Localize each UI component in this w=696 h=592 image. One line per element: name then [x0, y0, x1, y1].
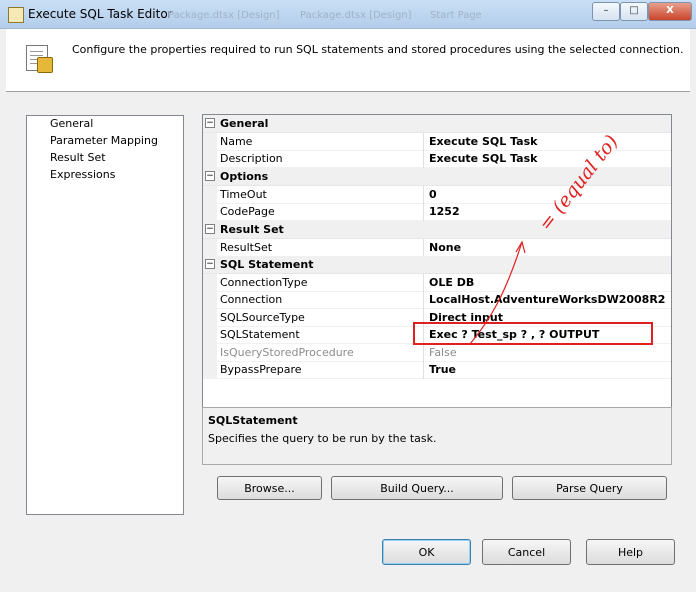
category-result-set[interactable]: − Result Set [203, 221, 671, 239]
parse-query-button[interactable]: Parse Query [512, 476, 667, 500]
background-tab: Package.dtsx [Design] [168, 10, 280, 21]
browse-button[interactable]: Browse... [217, 476, 322, 500]
property-row-codepage[interactable]: CodePage 1252 [203, 203, 671, 221]
property-value[interactable]: Exec ? Test_sp ? , ? OUTPUT [429, 326, 599, 343]
collapse-icon[interactable]: − [205, 171, 215, 181]
property-value[interactable]: True [429, 361, 456, 378]
property-value[interactable]: 0 [429, 186, 437, 203]
property-row-bypassprepare[interactable]: BypassPrepare True [203, 361, 671, 379]
property-row-resultset[interactable]: ResultSet None [203, 239, 671, 257]
property-grid: − General Name Execute SQL Task Descript… [202, 114, 672, 409]
category-title: Result Set [220, 223, 284, 236]
property-value[interactable]: Direct input [429, 309, 503, 326]
category-options[interactable]: − Options [203, 168, 671, 186]
description-text: Specifies the query to be run by the tas… [208, 432, 437, 445]
category-title: General [220, 117, 269, 130]
property-row-name[interactable]: Name Execute SQL Task [203, 133, 671, 151]
property-row-sqlstatement[interactable]: SQLStatement Exec ? Test_sp ? , ? OUTPUT [203, 326, 671, 344]
category-sql-statement[interactable]: − SQL Statement [203, 256, 671, 274]
property-value[interactable]: 1252 [429, 203, 460, 220]
minimize-button[interactable]: – [592, 2, 620, 21]
collapse-icon[interactable]: − [205, 118, 215, 128]
property-name: Description [220, 152, 283, 165]
help-button[interactable]: Help [586, 539, 675, 565]
property-name: IsQueryStoredProcedure [220, 346, 354, 359]
ok-button[interactable]: OK [382, 539, 471, 565]
window-title: Execute SQL Task Editor [28, 7, 173, 21]
property-value[interactable]: None [429, 239, 461, 256]
dialog-body: Configure the properties required to run… [6, 29, 690, 586]
property-row-timeout[interactable]: TimeOut 0 [203, 186, 671, 204]
property-value[interactable]: OLE DB [429, 274, 474, 291]
background-tab: Start Page [430, 10, 482, 21]
property-name: ConnectionType [220, 276, 308, 289]
app-icon [8, 7, 24, 23]
nav-item-general[interactable]: General [50, 116, 93, 132]
property-row-connectiontype[interactable]: ConnectionType OLE DB [203, 274, 671, 292]
description-title: SQLStatement [208, 414, 298, 427]
cancel-button[interactable]: Cancel [482, 539, 571, 565]
close-button[interactable]: X [648, 2, 692, 21]
property-row-connection[interactable]: Connection LocalHost.AdventureWorksDW200… [203, 291, 671, 309]
category-general[interactable]: − General [203, 115, 671, 133]
property-name: SQLSourceType [220, 311, 305, 324]
header-description: Configure the properties required to run… [72, 43, 684, 56]
nav-item-result-set[interactable]: Result Set [50, 150, 106, 166]
property-description-panel: SQLStatement Specifies the query to be r… [202, 407, 672, 465]
property-name: Name [220, 135, 253, 148]
property-value[interactable]: Execute SQL Task [429, 150, 537, 167]
property-name: ResultSet [220, 241, 273, 254]
collapse-icon[interactable]: − [205, 259, 215, 269]
page-navigation: General Parameter Mapping Result Set Exp… [26, 115, 184, 515]
property-row-description[interactable]: Description Execute SQL Task [203, 150, 671, 168]
property-value[interactable]: Execute SQL Task [429, 133, 537, 150]
build-query-button[interactable]: Build Query... [331, 476, 503, 500]
property-name: CodePage [220, 205, 275, 218]
maximize-button[interactable]: □ [620, 2, 648, 21]
category-title: SQL Statement [220, 258, 314, 271]
property-value: False [429, 346, 457, 359]
title-bar: Execute SQL Task Editor Package.dtsx [De… [0, 0, 696, 29]
property-name: SQLStatement [220, 328, 300, 341]
nav-item-expressions[interactable]: Expressions [50, 167, 115, 183]
dialog-header: Configure the properties required to run… [6, 29, 690, 92]
property-value[interactable]: LocalHost.AdventureWorksDW2008R2 [429, 291, 665, 308]
background-tab: Package.dtsx [Design] [300, 10, 412, 21]
property-name: TimeOut [220, 188, 267, 201]
property-row-isquerystoredprocedure: IsQueryStoredProcedure False [203, 344, 671, 362]
collapse-icon[interactable]: − [205, 224, 215, 234]
property-name: Connection [220, 293, 283, 306]
category-title: Options [220, 170, 269, 183]
nav-item-parameter-mapping[interactable]: Parameter Mapping [50, 133, 158, 149]
task-editor-icon [22, 43, 53, 73]
property-name: BypassPrepare [220, 363, 302, 376]
property-row-sqlsourcetype[interactable]: SQLSourceType Direct input [203, 309, 671, 327]
